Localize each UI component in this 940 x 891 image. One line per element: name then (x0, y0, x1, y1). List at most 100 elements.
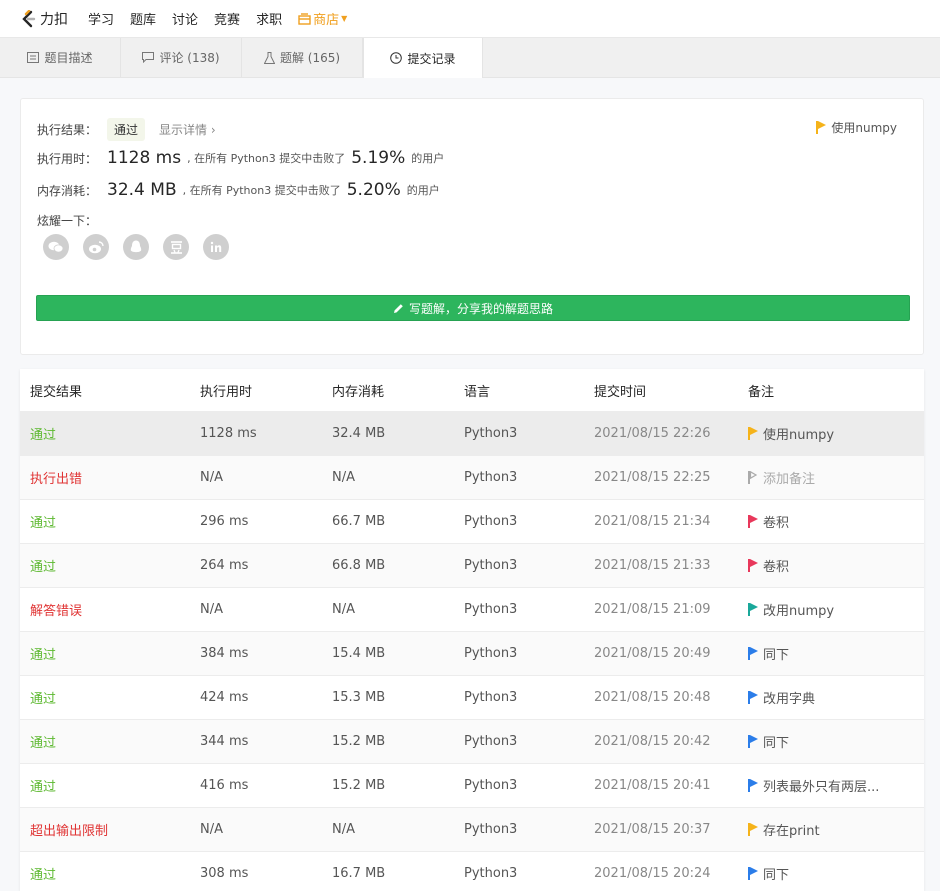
row-language: Python3 (464, 514, 518, 529)
flag-icon (748, 515, 758, 528)
row-memory: 66.8 MB (332, 558, 386, 573)
row-status[interactable]: 通过 (20, 644, 200, 663)
row-language: Python3 (464, 470, 518, 485)
share-row: 炫耀一下： (37, 212, 97, 229)
result-label: 执行结果： (37, 123, 98, 137)
row-runtime: 308 ms (200, 866, 249, 881)
status-badge: 通过 (107, 118, 146, 141)
row-note[interactable]: 使用numpy (748, 424, 924, 443)
flag-icon (748, 691, 758, 704)
store-label: 商店 (313, 13, 340, 28)
memory-text: , 在所有 Python3 提交中击败了 (182, 184, 341, 197)
row-status[interactable]: 通过 (20, 512, 200, 531)
row-language: Python3 (464, 778, 518, 793)
row-note[interactable]: 存在print (748, 820, 924, 839)
row-date: 2021/08/15 21:34 (594, 514, 711, 529)
row-status[interactable]: 通过 (20, 732, 200, 751)
row-language: Python3 (464, 822, 518, 837)
nav-item-problems[interactable]: 题库 (130, 9, 156, 28)
runtime-value: 1128 ms (107, 148, 182, 168)
row-note[interactable]: 改用numpy (748, 600, 924, 619)
nav-item-learn[interactable]: 学习 (88, 9, 114, 28)
submission-result-panel: 执行结果： 通过 显示详情 › 使用numpy 执行用时： 1128 ms , … (20, 98, 924, 355)
table-row[interactable]: 通过 416 ms 15.2 MB Python3 2021/08/15 20:… (20, 764, 924, 808)
nav-item-discuss[interactable]: 讨论 (172, 9, 198, 28)
flag-icon (748, 603, 758, 616)
row-note[interactable]: 同下 (748, 732, 924, 751)
linkedin-icon[interactable] (203, 234, 229, 260)
memory-suffix: 的用户 (406, 184, 440, 197)
show-details-link[interactable]: 显示详情 › (159, 121, 216, 138)
row-date: 2021/08/15 22:26 (594, 426, 711, 441)
table-row[interactable]: 通过 344 ms 15.2 MB Python3 2021/08/15 20:… (20, 720, 924, 764)
tab-comments[interactable]: 评论 (138) (121, 38, 242, 77)
row-note-text: 同下 (763, 648, 790, 663)
table-row[interactable]: 超出输出限制 N/A N/A Python3 2021/08/15 20:37 … (20, 808, 924, 852)
write-solution-button[interactable]: 写题解，分享我的解题思路 (36, 295, 910, 321)
row-note[interactable]: 添加备注 (748, 468, 924, 487)
row-note[interactable]: 同下 (748, 864, 924, 883)
row-memory: 66.7 MB (332, 514, 386, 529)
qq-icon[interactable] (123, 234, 149, 260)
row-note[interactable]: 改用字典 (748, 688, 924, 707)
memory-percentile: 5.20% (346, 180, 401, 200)
row-memory: N/A (332, 822, 355, 837)
row-note-text: 添加备注 (763, 472, 816, 487)
nav-item-contest[interactable]: 竞赛 (214, 9, 240, 28)
result-note[interactable]: 使用numpy (816, 119, 897, 136)
row-status[interactable]: 通过 (20, 688, 200, 707)
row-note-text: 卷积 (763, 516, 790, 531)
table-row[interactable]: 解答错误 N/A N/A Python3 2021/08/15 21:09 改用… (20, 588, 924, 632)
row-note[interactable]: 卷积 (748, 556, 924, 575)
nav-item-store[interactable]: 商店 ▼ (298, 9, 347, 28)
row-status[interactable]: 通过 (20, 776, 200, 795)
header-runtime: 执行用时 (200, 384, 253, 400)
row-runtime: N/A (200, 602, 223, 617)
row-status[interactable]: 解答错误 (20, 600, 200, 619)
table-row[interactable]: 通过 296 ms 66.7 MB Python3 2021/08/15 21:… (20, 500, 924, 544)
tab-submissions[interactable]: 提交记录 (363, 38, 483, 78)
douban-icon[interactable] (163, 234, 189, 260)
table-row[interactable]: 执行出错 N/A N/A Python3 2021/08/15 22:25 添加… (20, 456, 924, 500)
runtime-text: , 在所有 Python3 提交中击败了 (187, 152, 346, 165)
row-date: 2021/08/15 20:42 (594, 734, 711, 749)
row-note[interactable]: 列表最外只有两层... (748, 776, 924, 795)
row-note[interactable]: 同下 (748, 644, 924, 663)
row-language: Python3 (464, 690, 518, 705)
row-note-text: 同下 (763, 868, 790, 883)
header-note: 备注 (748, 384, 775, 400)
submissions-table: 提交结果 执行用时 内存消耗 语言 提交时间 备注 通过 1128 ms 32.… (20, 369, 924, 891)
nav-item-jobs[interactable]: 求职 (256, 9, 282, 28)
row-status[interactable]: 通过 (20, 864, 200, 883)
table-row[interactable]: 通过 424 ms 15.3 MB Python3 2021/08/15 20:… (20, 676, 924, 720)
tab-label: 题目描述 (44, 51, 93, 65)
table-row[interactable]: 通过 264 ms 66.8 MB Python3 2021/08/15 21:… (20, 544, 924, 588)
result-row: 执行结果： 通过 显示详情 › (37, 118, 216, 141)
table-row[interactable]: 通过 384 ms 15.4 MB Python3 2021/08/15 20:… (20, 632, 924, 676)
row-date: 2021/08/15 20:48 (594, 690, 711, 705)
table-row[interactable]: 通过 1128 ms 32.4 MB Python3 2021/08/15 22… (20, 412, 924, 456)
wechat-icon[interactable] (43, 234, 69, 260)
row-status[interactable]: 超出输出限制 (20, 820, 200, 839)
row-runtime: N/A (200, 822, 223, 837)
row-language: Python3 (464, 734, 518, 749)
row-note-text: 改用numpy (763, 604, 835, 619)
runtime-row: 执行用时： 1128 ms , 在所有 Python3 提交中击败了 5.19%… (37, 148, 444, 168)
row-status[interactable]: 执行出错 (20, 468, 200, 487)
row-note-text: 卷积 (763, 560, 790, 575)
logo[interactable]: 力扣 (20, 9, 68, 29)
tab-description[interactable]: 题目描述 (0, 38, 121, 77)
flag-icon (748, 427, 758, 440)
row-language: Python3 (464, 866, 518, 881)
row-note[interactable]: 卷积 (748, 512, 924, 531)
row-status[interactable]: 通过 (20, 424, 200, 443)
tab-label: 提交记录 (407, 51, 456, 66)
pencil-icon (393, 303, 403, 313)
tab-solutions[interactable]: 题解 (165) (242, 38, 363, 77)
flag-icon (748, 823, 758, 836)
row-status[interactable]: 通过 (20, 556, 200, 575)
flag-icon (748, 559, 758, 572)
row-date: 2021/08/15 20:24 (594, 866, 711, 881)
weibo-icon[interactable] (83, 234, 109, 260)
table-row[interactable]: 通过 308 ms 16.7 MB Python3 2021/08/15 20:… (20, 852, 924, 891)
